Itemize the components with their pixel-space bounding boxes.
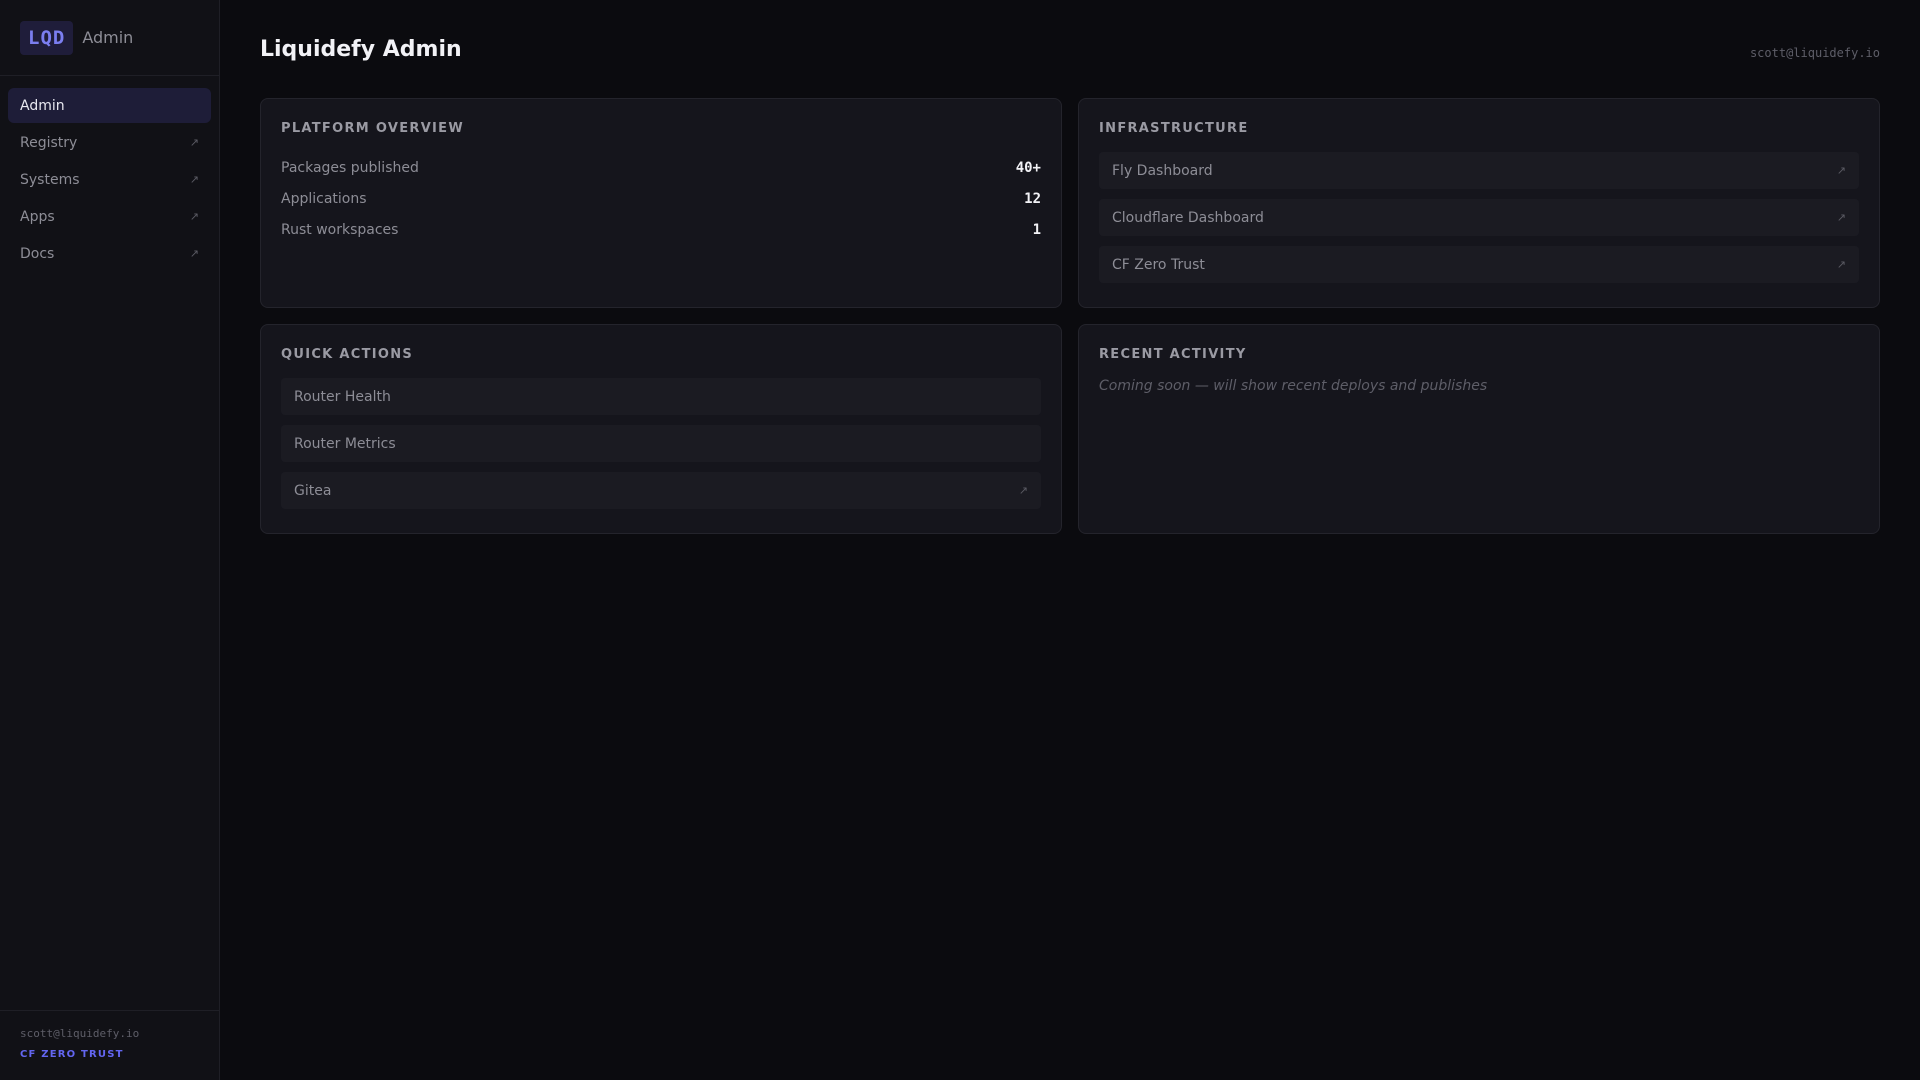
external-link-icon: ↗ — [1018, 484, 1028, 497]
stat-value: 40+ — [1015, 159, 1041, 176]
stat-label: Applications — [281, 190, 367, 207]
router-health-button[interactable]: Router Health — [281, 378, 1041, 415]
gitea-link[interactable]: Gitea ↗ — [281, 472, 1041, 509]
sidebar-item-label: Registry — [20, 134, 78, 151]
sidebar: LQD Admin Admin Registry ↗ Systems ↗ App… — [0, 0, 220, 1080]
cf-zero-trust-link[interactable]: CF Zero Trust ↗ — [1099, 246, 1859, 283]
infrastructure-card: INFRASTRUCTURE Fly Dashboard ↗ Cloudflar… — [1078, 98, 1880, 308]
sidebar-item-registry[interactable]: Registry ↗ — [8, 125, 211, 160]
sidebar-item-label: Docs — [20, 245, 55, 262]
stat-label: Rust workspaces — [281, 221, 399, 238]
external-link-icon: ↗ — [1836, 211, 1846, 224]
dashboard-grid: PLATFORM OVERVIEW Packages published 40+… — [260, 98, 1880, 534]
sidebar-item-apps[interactable]: Apps ↗ — [8, 199, 211, 234]
stat-row: Rust workspaces 1 — [281, 214, 1041, 245]
page-header: Liquidefy Admin scott@liquidefy.io — [260, 34, 1880, 64]
sidebar-item-label: Admin — [20, 97, 65, 114]
sidebar-item-admin[interactable]: Admin — [8, 88, 211, 123]
router-metrics-button[interactable]: Router Metrics — [281, 425, 1041, 462]
stat-value: 1 — [1032, 221, 1041, 238]
external-link-icon: ↗ — [1836, 258, 1846, 271]
quick-actions-card: QUICK ACTIONS Router Health Router Metri… — [260, 324, 1062, 534]
external-link-icon: ↗ — [189, 136, 199, 149]
main-content: Liquidefy Admin scott@liquidefy.io PLATF… — [220, 0, 1920, 1080]
platform-overview-card: PLATFORM OVERVIEW Packages published 40+… — [260, 98, 1062, 308]
link-label: Cloudflare Dashboard — [1112, 209, 1264, 226]
sidebar-nav: Admin Registry ↗ Systems ↗ Apps ↗ Docs ↗ — [0, 76, 219, 1010]
empty-state-text: Coming soon — will show recent deploys a… — [1099, 378, 1488, 394]
stat-row: Packages published 40+ — [281, 152, 1041, 183]
brand[interactable]: LQD Admin — [0, 0, 219, 76]
external-link-icon: ↗ — [189, 247, 199, 260]
external-link-icon: ↗ — [189, 173, 199, 186]
action-label: Gitea — [294, 482, 332, 499]
sidebar-item-docs[interactable]: Docs ↗ — [8, 236, 211, 271]
stat-value: 12 — [1024, 190, 1041, 207]
app-root: LQD Admin Admin Registry ↗ Systems ↗ App… — [0, 0, 1920, 1080]
card-title: QUICK ACTIONS — [281, 347, 414, 362]
action-label: Router Metrics — [294, 435, 396, 452]
fly-dashboard-link[interactable]: Fly Dashboard ↗ — [1099, 152, 1859, 189]
sidebar-footer: scott@liquidefy.io CF ZERO TRUST — [0, 1010, 219, 1080]
brand-subtitle: Admin — [82, 28, 134, 47]
card-title: INFRASTRUCTURE — [1099, 121, 1249, 136]
stat-label: Packages published — [281, 159, 419, 176]
cloudflare-dashboard-link[interactable]: Cloudflare Dashboard ↗ — [1099, 199, 1859, 236]
external-link-icon: ↗ — [189, 210, 199, 223]
card-title: RECENT ACTIVITY — [1099, 347, 1247, 362]
auth-badge: CF ZERO TRUST — [20, 1049, 124, 1060]
sidebar-item-label: Apps — [20, 208, 55, 225]
brand-logo: LQD — [20, 20, 74, 55]
action-label: Router Health — [294, 388, 391, 405]
page-title: Liquidefy Admin — [260, 36, 462, 62]
user-email: scott@liquidefy.io — [20, 1027, 140, 1040]
header-user-email: scott@liquidefy.io — [1749, 46, 1880, 60]
recent-activity-card: RECENT ACTIVITY Coming soon — will show … — [1078, 324, 1880, 534]
external-link-icon: ↗ — [1836, 164, 1846, 177]
link-label: CF Zero Trust — [1112, 256, 1205, 273]
card-title: PLATFORM OVERVIEW — [281, 121, 465, 136]
sidebar-item-systems[interactable]: Systems ↗ — [8, 162, 211, 197]
sidebar-item-label: Systems — [20, 171, 80, 188]
link-label: Fly Dashboard — [1112, 162, 1213, 179]
stat-row: Applications 12 — [281, 183, 1041, 214]
